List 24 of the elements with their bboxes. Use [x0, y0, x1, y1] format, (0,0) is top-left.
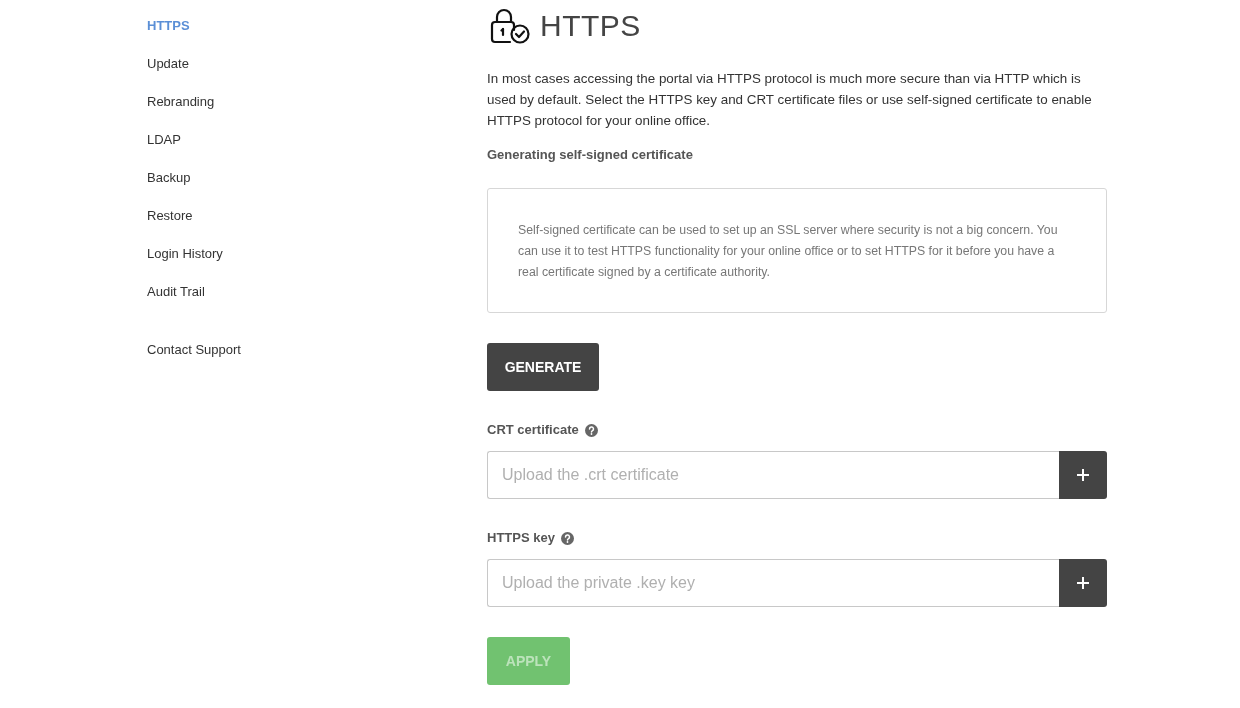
field-label: HTTPS key	[487, 529, 555, 547]
generate-button[interactable]: GENERATE	[487, 343, 599, 391]
upload-field[interactable]: Upload the .crt certificate	[487, 451, 1059, 499]
section-title: Generating self-signed certificate	[487, 146, 694, 164]
plus-icon	[1076, 468, 1090, 482]
sidebar-item[interactable]: Rebranding	[147, 93, 215, 111]
help-icon[interactable]	[560, 531, 574, 545]
help-icon[interactable]	[584, 423, 598, 437]
page-title: HTTPS	[540, 8, 641, 44]
add-file-button[interactable]	[1059, 559, 1107, 607]
sidebar-item[interactable]: Backup	[147, 169, 191, 187]
info-box: Self-signed certificate can be used to set up an SSL server where security is not a big concern. You can use it to test HTTPS functionality for your online office or to set HTTPS for it before you have a real certificate signed by a certificate authority.	[487, 188, 1107, 313]
plus-icon	[1076, 576, 1090, 590]
contact-support-link[interactable]: Contact Support	[147, 341, 241, 359]
add-file-button[interactable]	[1059, 451, 1107, 499]
sidebar-item[interactable]: Restore	[147, 207, 193, 225]
sidebar-item[interactable]: Login History	[147, 245, 223, 263]
field-label: CRT certificate	[487, 421, 579, 439]
sidebar-item[interactable]: LDAP	[147, 131, 181, 149]
padlock-check-icon	[490, 8, 530, 44]
intro-text: In most cases accessing the portal via HTTPS protocol is much more secure than via HTTP which is used by default. Select the HTTPS key and CRT certificate files or use self-signed certificate to enable HTTPS protocol for your online office.	[487, 70, 1093, 130]
sidebar-item[interactable]: Audit Trail	[147, 283, 205, 301]
sidebar-item[interactable]: Update	[147, 55, 189, 73]
upload-field[interactable]: Upload the private .key key	[487, 559, 1059, 607]
